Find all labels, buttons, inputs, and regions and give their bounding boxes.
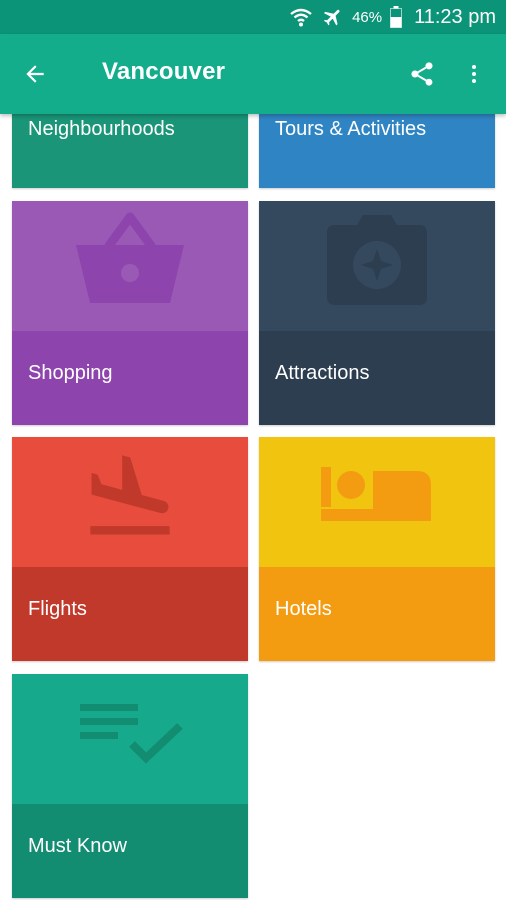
tile-label: Hotels [275, 598, 332, 620]
hotel-bed-icon [321, 467, 433, 528]
airplane-mode-icon [322, 6, 344, 28]
tile-label: Neighbourhoods [28, 118, 175, 140]
battery-percent: 46% [352, 8, 383, 26]
tile-attractions[interactable]: Attractions [259, 201, 495, 425]
tile-hotels[interactable]: Hotels [259, 437, 495, 661]
shopping-basket-icon [74, 211, 186, 312]
clock: 11:23 pm [414, 5, 496, 28]
status-bar: 46% 11:23 pm [0, 0, 506, 34]
tile-label: Attractions [275, 362, 370, 384]
tile-label: Flights [28, 598, 87, 620]
tile-flights[interactable]: Flights [12, 437, 248, 661]
arrow-back-icon[interactable] [22, 61, 48, 92]
tile-shopping[interactable]: Shopping [12, 201, 248, 425]
camera-icon [327, 215, 427, 312]
more-vert-icon[interactable] [462, 60, 486, 93]
tile-neighbourhoods[interactable]: Neighbourhoods [12, 104, 248, 188]
page-title: Vancouver [102, 58, 226, 85]
checklist-icon [78, 700, 188, 777]
flight-land-icon [80, 447, 180, 552]
battery-icon [390, 6, 403, 28]
tile-tours-activities[interactable]: Tours & Activities [259, 104, 495, 188]
tile-label: Shopping [28, 362, 113, 384]
share-icon[interactable] [408, 60, 436, 93]
tile-label: Tours & Activities [275, 118, 427, 140]
app-bar: Vancouver [0, 34, 506, 114]
tile-must-know[interactable]: Must Know [12, 674, 248, 898]
status-icons: 46% 11:23 pm [288, 0, 496, 34]
wifi-icon [288, 5, 314, 29]
tile-label: Must Know [28, 835, 127, 857]
